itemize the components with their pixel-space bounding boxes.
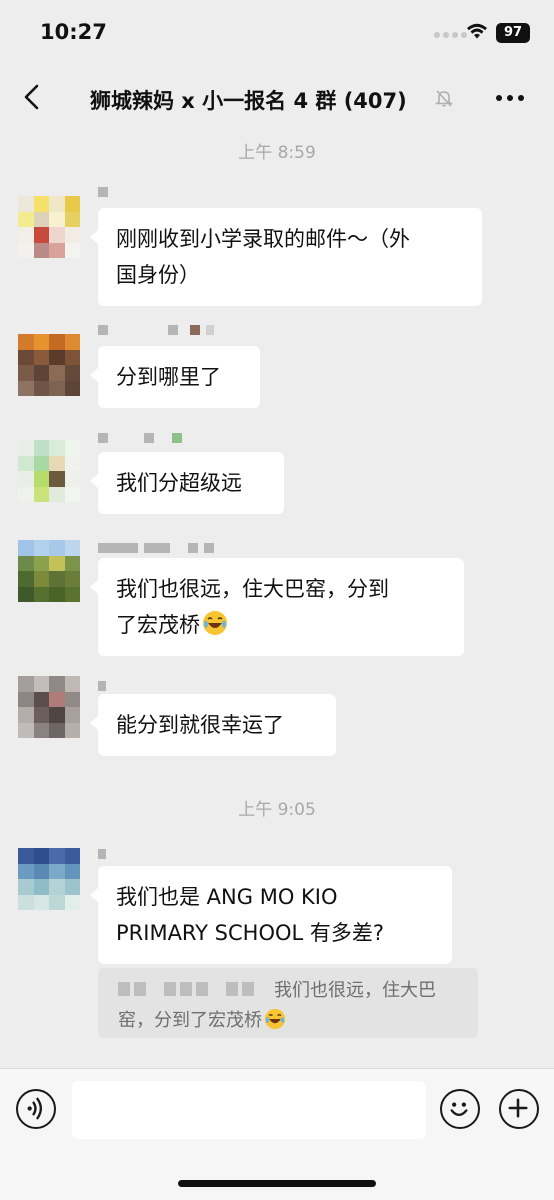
message-text: 我们也很远，住大巴窑，分到: [116, 577, 389, 601]
timestamp: 上午 8:59: [238, 143, 316, 163]
cellular-signal-icon: [434, 32, 467, 38]
mute-bell-icon: [434, 90, 454, 107]
plus-icon: [508, 1098, 528, 1118]
laugh-cry-emoji-icon: [203, 611, 227, 635]
status-time: 10:27: [40, 20, 107, 44]
message-text: 我们分超级远: [116, 471, 242, 495]
quoted-text: 窑，分到了宏茂桥: [118, 1010, 262, 1031]
avatar[interactable]: [18, 196, 80, 258]
laugh-cry-emoji-icon: [264, 1008, 286, 1030]
back-arrow-icon[interactable]: [22, 84, 42, 110]
message-bubble[interactable]: 能分到就很幸运了: [90, 694, 336, 756]
sender-name: [98, 542, 214, 554]
quoted-text: 我们也很远，住大巴: [274, 980, 436, 1001]
avatar[interactable]: [18, 676, 80, 738]
message-text: 了宏茂桥: [116, 613, 200, 637]
message-text: 国身份）: [116, 263, 200, 287]
voice-wave-icon: [27, 1097, 43, 1120]
voice-input-button[interactable]: [16, 1089, 56, 1129]
home-indicator[interactable]: [178, 1180, 376, 1187]
message-bubble[interactable]: 我们也是 ANG MO KIO PRIMARY SCHOOL 有多差?: [90, 866, 452, 964]
timestamp: 上午 9:05: [238, 800, 316, 820]
message-text: 我们也是 ANG MO KIO: [116, 885, 338, 909]
sender-name: [98, 680, 106, 692]
avatar[interactable]: [18, 334, 80, 396]
status-bar: 10:27 97: [0, 0, 554, 66]
quoted-message[interactable]: 我们也很远，住大巴 窑，分到了宏茂桥: [98, 968, 478, 1038]
message-bubble[interactable]: 我们也很远，住大巴窑，分到 了宏茂桥: [90, 558, 464, 656]
chat-header: 狮城辣妈 x 小一报名 4 群 (407): [0, 66, 554, 128]
sender-name: [98, 848, 106, 860]
message-text: 分到哪里了: [116, 365, 221, 389]
sender-name: [98, 432, 182, 444]
message-bubble[interactable]: 我们分超级远: [90, 452, 284, 514]
avatar[interactable]: [18, 848, 80, 910]
wifi-icon: [467, 23, 487, 39]
avatar[interactable]: [18, 540, 80, 602]
quoted-line: 窑，分到了宏茂桥: [118, 1006, 286, 1036]
more-options-icon[interactable]: [496, 88, 530, 108]
chat-title: 狮城辣妈 x 小一报名 4 群 (407): [90, 89, 407, 113]
message-bubble[interactable]: 分到哪里了: [90, 346, 260, 408]
battery-indicator: 97: [496, 23, 530, 43]
message-input[interactable]: [72, 1081, 426, 1139]
message-text: PRIMARY SCHOOL 有多差?: [116, 921, 385, 945]
sender-name: [98, 324, 214, 336]
smiley-icon: [450, 1102, 468, 1116]
sender-name: [98, 186, 108, 198]
emoji-button[interactable]: [440, 1089, 480, 1129]
avatar[interactable]: [18, 440, 80, 502]
message-text: 刚刚收到小学录取的邮件～（外: [116, 227, 410, 251]
quoted-sender: [118, 982, 254, 996]
add-attachment-button[interactable]: [499, 1089, 539, 1129]
message-bubble[interactable]: 刚刚收到小学录取的邮件～（外 国身份）: [90, 208, 482, 306]
message-text: 能分到就很幸运了: [116, 713, 284, 737]
message-line: 了宏茂桥: [116, 607, 446, 643]
